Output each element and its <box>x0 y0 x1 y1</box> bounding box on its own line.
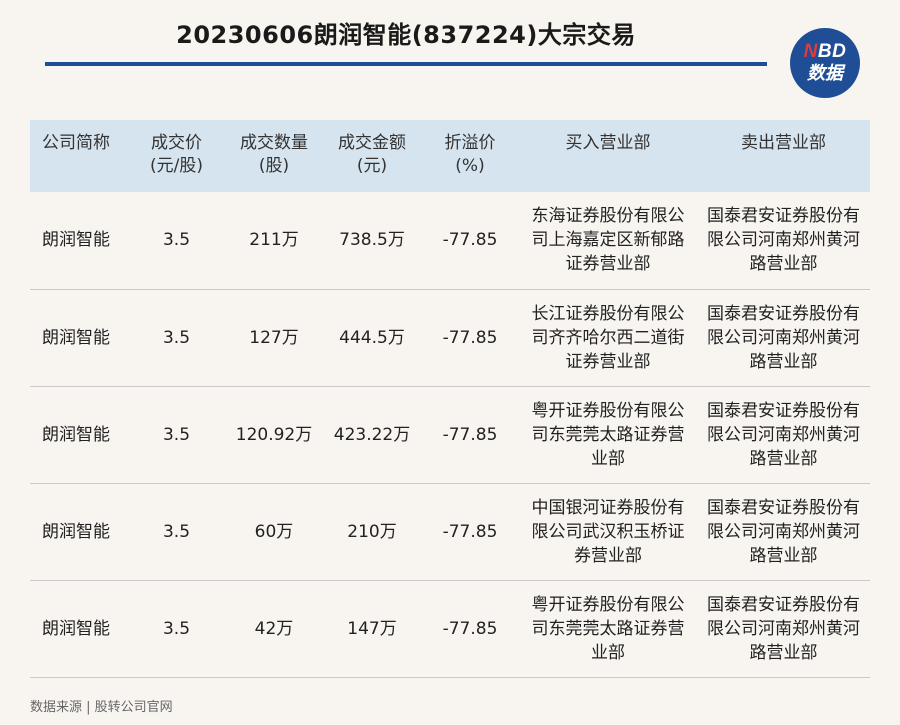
cell-company: 朗润智能 <box>42 618 110 639</box>
table-row: 朗润智能 3.5 42万 147万 -77.85 粤开证券股份有限公司东莞莞太路证券营业部… <box>30 580 870 677</box>
cell-buyer: 粤开证券股份有限公司东莞莞太路证券营业部 <box>531 594 685 663</box>
header-volume: 成交数量 (股) <box>240 133 308 176</box>
header-amount: 成交金额 (元) <box>338 133 406 176</box>
table-row: 朗润智能 3.5 60万 210万 -77.85 中国银河证券股份有限公司武汉积玉桥证券营… <box>30 483 870 580</box>
cell-seller: 国泰君安证券股份有限公司河南郑州黄河路营业部 <box>707 303 860 372</box>
logo-text-bottom: 数据 <box>807 63 843 83</box>
cell-seller: 国泰君安证券股份有限公司河南郑州黄河路营业部 <box>707 400 860 469</box>
cell-buyer: 中国银河证券股份有限公司武汉积玉桥证券营业部 <box>531 497 685 566</box>
table-row: 朗润智能 3.5 120.92万 423.22万 -77.85 粤开证券股份有限公司东莞莞… <box>30 386 870 483</box>
cell-price: 3.5 <box>162 521 191 542</box>
cell-buyer: 长江证券股份有限公司齐齐哈尔西二道街证券营业部 <box>531 303 685 372</box>
header-seller: 卖出营业部 <box>741 133 826 153</box>
cell-company: 朗润智能 <box>42 521 110 542</box>
cell-premium: -77.85 <box>442 327 498 348</box>
block-trade-table: 公司简称 成交价 (元/股) 成交数量 (股) 成交金额 (元) 折溢价 (%) 买入营… <box>30 120 870 678</box>
data-source: 数据来源 | 股转公司官网 <box>30 700 173 715</box>
cell-seller: 国泰君安证券股份有限公司河南郑州黄河路营业部 <box>707 594 860 663</box>
page-title: 20230606朗润智能(837224)大宗交易 <box>176 21 636 49</box>
logo-letter-n: N <box>803 41 818 62</box>
cell-buyer: 粤开证券股份有限公司东莞莞太路证券营业部 <box>531 400 685 469</box>
cell-amount: 738.5万 <box>339 230 405 251</box>
table-header-row: 公司简称 成交价 (元/股) 成交数量 (股) 成交金额 (元) 折溢价 (%) 买入营… <box>30 120 870 192</box>
cell-price: 3.5 <box>162 327 191 348</box>
header-premium: 折溢价 (%) <box>444 133 496 176</box>
cell-volume: 60万 <box>254 521 294 542</box>
cell-amount: 444.5万 <box>339 327 405 348</box>
cell-premium: -77.85 <box>442 230 498 251</box>
cell-company: 朗润智能 <box>42 230 110 251</box>
table-row: 朗润智能 3.5 127万 444.5万 -77.85 长江证券股份有限公司齐齐哈尔西二道… <box>30 289 870 386</box>
header-company: 公司简称 <box>42 133 110 153</box>
cell-premium: -77.85 <box>442 521 498 542</box>
cell-volume: 42万 <box>254 618 294 639</box>
cell-volume: 120.92万 <box>235 424 313 445</box>
cell-premium: -77.85 <box>442 424 498 445</box>
cell-amount: 210万 <box>347 521 397 542</box>
cell-amount: 423.22万 <box>333 424 411 445</box>
cell-seller: 国泰君安证券股份有限公司河南郑州黄河路营业部 <box>707 206 860 275</box>
cell-premium: -77.85 <box>442 618 498 639</box>
title-underline <box>45 62 767 66</box>
page: 20230606朗润智能(837224)大宗交易 NBD 数据 公司简称 成交价… <box>0 0 900 725</box>
cell-company: 朗润智能 <box>42 327 110 348</box>
cell-buyer: 东海证券股份有限公司上海嘉定区新郁路证券营业部 <box>531 206 685 275</box>
nbd-logo: NBD 数据 <box>790 28 860 98</box>
logo-text-top: NBD <box>804 42 847 62</box>
cell-volume: 127万 <box>249 327 299 348</box>
cell-price: 3.5 <box>162 618 191 639</box>
logo-letters-bd: BD <box>817 41 847 62</box>
cell-seller: 国泰君安证券股份有限公司河南郑州黄河路营业部 <box>707 497 860 566</box>
cell-price: 3.5 <box>162 230 191 251</box>
cell-company: 朗润智能 <box>42 424 110 445</box>
header-buyer: 买入营业部 <box>565 133 651 153</box>
table-row: 朗润智能 3.5 211万 738.5万 -77.85 东海证券股份有限公司上海嘉定区新郁… <box>30 192 870 289</box>
cell-price: 3.5 <box>162 424 191 445</box>
cell-volume: 211万 <box>249 230 299 251</box>
header-price: 成交价 (元/股) <box>150 133 203 176</box>
cell-amount: 147万 <box>347 618 397 639</box>
